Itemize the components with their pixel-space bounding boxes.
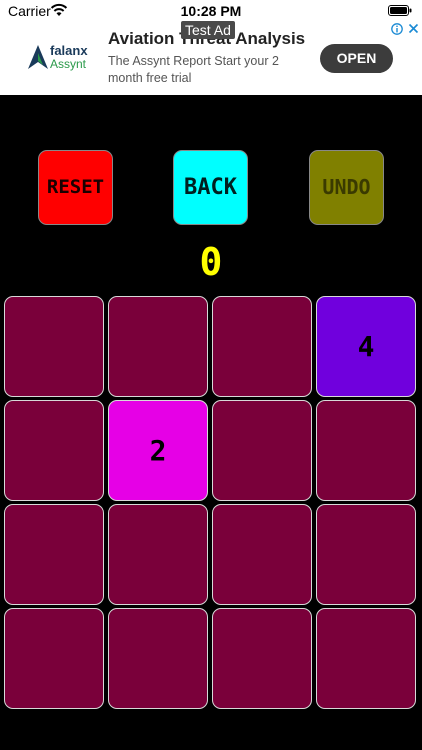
tile-r2-c2[interactable]: 2 — [108, 400, 208, 501]
tile-r1-c3[interactable] — [212, 296, 312, 397]
tile-r1-c2[interactable] — [108, 296, 208, 397]
ad-brand-name: falanx — [50, 43, 88, 58]
tile-r3-c3[interactable] — [212, 504, 312, 605]
ad-logo-mark-icon — [28, 45, 48, 69]
ad-logo: falanx Assynt — [28, 43, 90, 73]
status-bar: Carrier 10:28 PM — [0, 0, 422, 21]
ad-body: The Assynt Report Start your 2 month fre… — [108, 54, 279, 85]
battery-icon — [388, 5, 412, 16]
reset-button[interactable]: RESET — [38, 150, 113, 225]
tile-r3-c1[interactable] — [4, 504, 104, 605]
app-screen: Carrier 10:28 PM falanx Assynt Aviation … — [0, 0, 422, 750]
close-icon[interactable] — [408, 23, 419, 34]
back-button[interactable]: BACK — [173, 150, 248, 225]
tile-r1-c1[interactable] — [4, 296, 104, 397]
tile-r2-c3[interactable] — [212, 400, 312, 501]
tile-r4-c4[interactable] — [316, 608, 416, 709]
tile-r3-c4[interactable] — [316, 504, 416, 605]
score-display: 0 — [199, 240, 223, 284]
status-time: 10:28 PM — [180, 3, 242, 19]
tile-r4-c3[interactable] — [212, 608, 312, 709]
ad-brand-subname: Assynt — [50, 57, 87, 71]
tile-r4-c2[interactable] — [108, 608, 208, 709]
game-board[interactable]: 4 2 — [4, 296, 417, 712]
tile-r2-c4[interactable] — [316, 400, 416, 501]
tile-r1-c4[interactable]: 4 — [316, 296, 416, 397]
ad-open-button[interactable]: OPEN — [320, 44, 393, 73]
adchoices-icon[interactable] — [391, 23, 403, 35]
tile-r3-c2[interactable] — [108, 504, 208, 605]
test-ad-label: Test Ad — [181, 21, 235, 39]
tile-r4-c1[interactable] — [4, 608, 104, 709]
tile-r2-c1[interactable] — [4, 400, 104, 501]
undo-button[interactable]: UNDO — [309, 150, 384, 225]
